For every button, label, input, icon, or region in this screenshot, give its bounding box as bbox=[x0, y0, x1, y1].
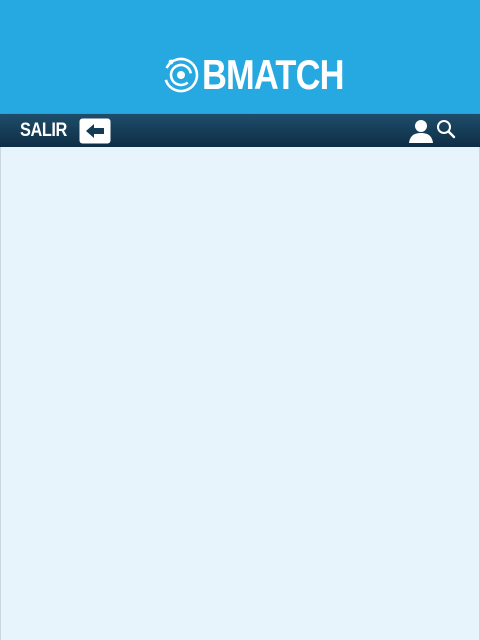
user-icon[interactable] bbox=[408, 118, 434, 144]
app-screen: BMATCH SALIR bbox=[0, 0, 480, 640]
content-area bbox=[0, 147, 480, 640]
navbar: SALIR bbox=[0, 114, 480, 147]
exit-label: SALIR bbox=[20, 119, 67, 141]
brand-logo: BMATCH bbox=[162, 54, 375, 96]
back-arrow-icon bbox=[79, 118, 110, 143]
brand-name: BMATCH bbox=[202, 51, 345, 98]
target-radar-icon bbox=[163, 57, 199, 93]
exit-button[interactable]: SALIR bbox=[20, 117, 111, 144]
search-icon[interactable] bbox=[436, 119, 456, 139]
header: BMATCH bbox=[0, 0, 480, 114]
